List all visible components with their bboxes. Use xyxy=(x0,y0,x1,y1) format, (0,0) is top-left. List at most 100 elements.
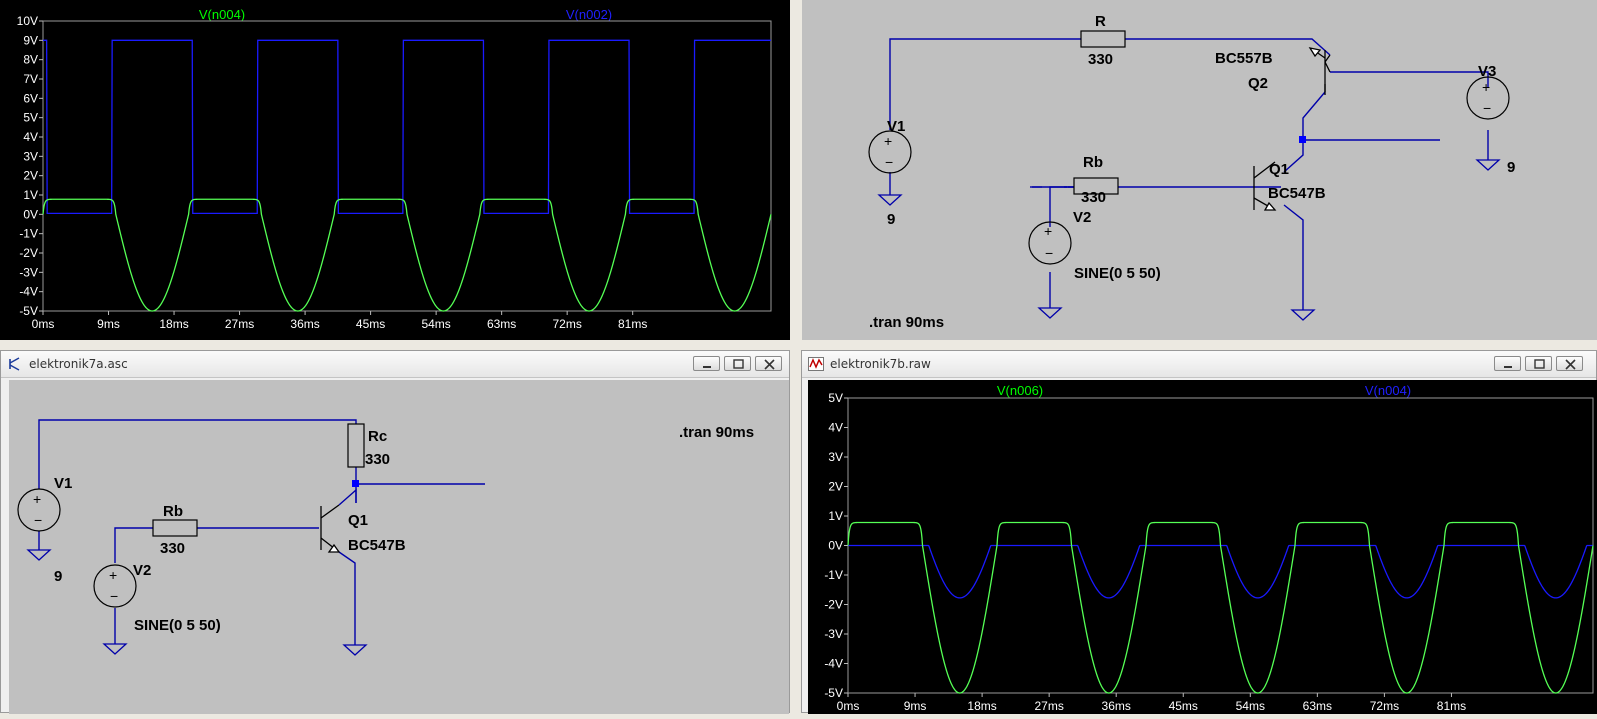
x-tick-label: 36ms xyxy=(1102,699,1131,713)
transistor-q1-symbol[interactable] xyxy=(320,504,341,553)
transistor-q2-label: Q2 xyxy=(1248,75,1268,92)
y-axis: 5V 4V 3V 2V 1V 0V -1V -2V -3V -4V -5V xyxy=(824,391,848,700)
schematic-window-titlebar[interactable]: elektronik7a.asc xyxy=(1,351,789,378)
minimize-button[interactable] xyxy=(693,356,720,371)
top-left-plot-svg: V(n004) V(n002) 10V 9V 8V 7V 6V 5V 4V 3V 2V 1V 0V -… xyxy=(17,7,772,331)
y-tick-label: -2V xyxy=(824,598,843,612)
maximize-button[interactable] xyxy=(1525,356,1552,371)
v1-ground-icon xyxy=(26,549,52,561)
spice-directive[interactable]: .tran 90ms xyxy=(869,314,944,331)
x-tick-label: 9ms xyxy=(97,317,120,331)
bottom-right-plot-svg: V(n006) V(n004) 5V 4V 3V 2V 1V 0V -1V -2V -3V -4V… xyxy=(824,383,1594,713)
v2-ground-icon xyxy=(102,643,128,655)
trace-v-n006 xyxy=(847,521,1594,694)
plot-frame xyxy=(42,20,772,312)
resistor-rc-label: Rc xyxy=(368,428,387,445)
top-right-schematic-svg: R 330 BC557B Q2 + − V3 9 + − V1 9 Rb 330 xyxy=(868,13,1515,331)
top-left-plot-pane[interactable]: V(n004) V(n002) 10V 9V 8V 7V 6V 5V 4V 3V 2V 1V 0V -… xyxy=(0,0,790,340)
transistor-q1-model: BC547B xyxy=(1268,185,1326,202)
transistor-q2-symbol[interactable] xyxy=(1308,47,1331,95)
x-tick-label: 63ms xyxy=(1303,699,1332,713)
trace-label-v-n004[interactable]: V(n004) xyxy=(199,7,245,22)
v3-plus-sign: + xyxy=(1482,79,1490,95)
resistor-r-value: 330 xyxy=(1088,51,1113,68)
y-tick-label: 2V xyxy=(828,480,843,494)
y-tick-label: -1V xyxy=(19,227,38,241)
minimize-icon xyxy=(703,366,711,368)
resistor-rb-value: 330 xyxy=(1081,189,1106,206)
y-tick-label: -3V xyxy=(19,265,38,279)
x-tick-label: 27ms xyxy=(225,317,254,331)
y-tick-label: 3V xyxy=(23,149,38,163)
y-tick-label: -5V xyxy=(19,304,38,318)
close-button[interactable] xyxy=(1556,356,1583,371)
resistor-rc-body[interactable] xyxy=(347,423,365,468)
bottom-right-plot-pane[interactable]: V(n006) V(n004) 5V 4V 3V 2V 1V 0V -1V -2V -3V -4V… xyxy=(808,380,1597,714)
node-dot-output[interactable] xyxy=(1299,136,1306,143)
maximize-icon xyxy=(733,359,744,369)
v2-minus-sign: − xyxy=(1045,245,1053,261)
q1-ground-icon xyxy=(342,644,368,656)
x-tick-label: 54ms xyxy=(1236,699,1265,713)
x-tick-label: 9ms xyxy=(904,699,927,713)
x-tick-label: 45ms xyxy=(1169,699,1198,713)
x-tick-label: 45ms xyxy=(356,317,385,331)
y-tick-label: 7V xyxy=(23,72,38,86)
resistor-rb-body[interactable] xyxy=(152,519,198,537)
top-right-schematic-pane[interactable]: R 330 BC557B Q2 + − V3 9 + − V1 9 Rb 330 xyxy=(802,0,1597,340)
y-tick-label: -4V xyxy=(824,657,843,671)
trace-v-n002 xyxy=(43,39,771,215)
v2-label: V2 xyxy=(133,562,151,579)
x-axis: 0ms 9ms 18ms 27ms 36ms 45ms 54ms 63ms 72ms 81ms xyxy=(837,693,1466,713)
maximize-button[interactable] xyxy=(724,356,751,371)
resistor-r-body[interactable] xyxy=(1080,30,1126,48)
trace-label-v-n004[interactable]: V(n004) xyxy=(1365,383,1411,398)
y-tick-label: 9V xyxy=(23,33,38,47)
close-icon xyxy=(1565,359,1576,370)
y-tick-label: -4V xyxy=(19,285,38,299)
waveform-icon xyxy=(808,357,824,371)
trace-label-v-n002[interactable]: V(n002) xyxy=(566,7,612,22)
v2-minus-sign: − xyxy=(110,588,118,604)
x-tick-label: 81ms xyxy=(1437,699,1466,713)
y-tick-label: -2V xyxy=(19,246,38,260)
trace-v-n004 xyxy=(848,544,1593,599)
schematic-window: elektronik7a.asc + − V1 9 Rc 330 Rb 330 … xyxy=(0,350,790,714)
transistor-q2-model: BC557B xyxy=(1215,50,1273,67)
bottom-left-schematic-canvas[interactable]: + − V1 9 Rc 330 Rb 330 Q1 BC547B + − V2 … xyxy=(9,380,789,714)
spice-directive[interactable]: .tran 90ms xyxy=(679,424,754,441)
y-tick-label: 5V xyxy=(23,111,38,125)
v1-label: V1 xyxy=(887,118,905,135)
y-tick-label: 3V xyxy=(828,450,843,464)
transistor-q1-model: BC547B xyxy=(348,537,406,554)
v1-value: 9 xyxy=(887,211,895,228)
x-tick-label: 81ms xyxy=(618,317,647,331)
x-tick-label: 18ms xyxy=(159,317,188,331)
y-tick-label: 0V xyxy=(828,539,843,553)
node-dot-collector[interactable] xyxy=(352,480,359,487)
y-axis: 10V 9V 8V 7V 6V 5V 4V 3V 2V 1V 0V -1V -2V -3V -4V -5V xyxy=(17,14,43,318)
y-tick-label: 1V xyxy=(828,509,843,523)
v1-plus-sign: + xyxy=(884,133,892,149)
x-tick-label: 0ms xyxy=(837,699,860,713)
v3-value: 9 xyxy=(1507,159,1515,176)
x-tick-label: 54ms xyxy=(421,317,450,331)
v1-minus-sign: − xyxy=(885,154,893,170)
minimize-icon xyxy=(1504,366,1512,368)
v3-label: V3 xyxy=(1478,63,1496,80)
y-tick-label: -5V xyxy=(824,686,843,700)
x-tick-label: 72ms xyxy=(1370,699,1399,713)
y-tick-label: 1V xyxy=(23,188,38,202)
v3-ground-icon xyxy=(1475,159,1501,171)
close-button[interactable] xyxy=(755,356,782,371)
close-icon xyxy=(764,359,775,370)
x-tick-label: 63ms xyxy=(487,317,516,331)
transistor-icon xyxy=(9,357,20,371)
minimize-button[interactable] xyxy=(1494,356,1521,371)
waveform-window-titlebar[interactable]: elektronik7b.raw xyxy=(802,351,1596,378)
trace-v-n004 xyxy=(42,198,772,312)
x-axis: 0ms 9ms 18ms 27ms 36ms 45ms 54ms 63ms 72ms 81ms xyxy=(32,311,647,331)
transistor-q1-label: Q1 xyxy=(348,512,368,529)
trace-label-v-n006[interactable]: V(n006) xyxy=(997,383,1043,398)
x-tick-label: 18ms xyxy=(967,699,996,713)
